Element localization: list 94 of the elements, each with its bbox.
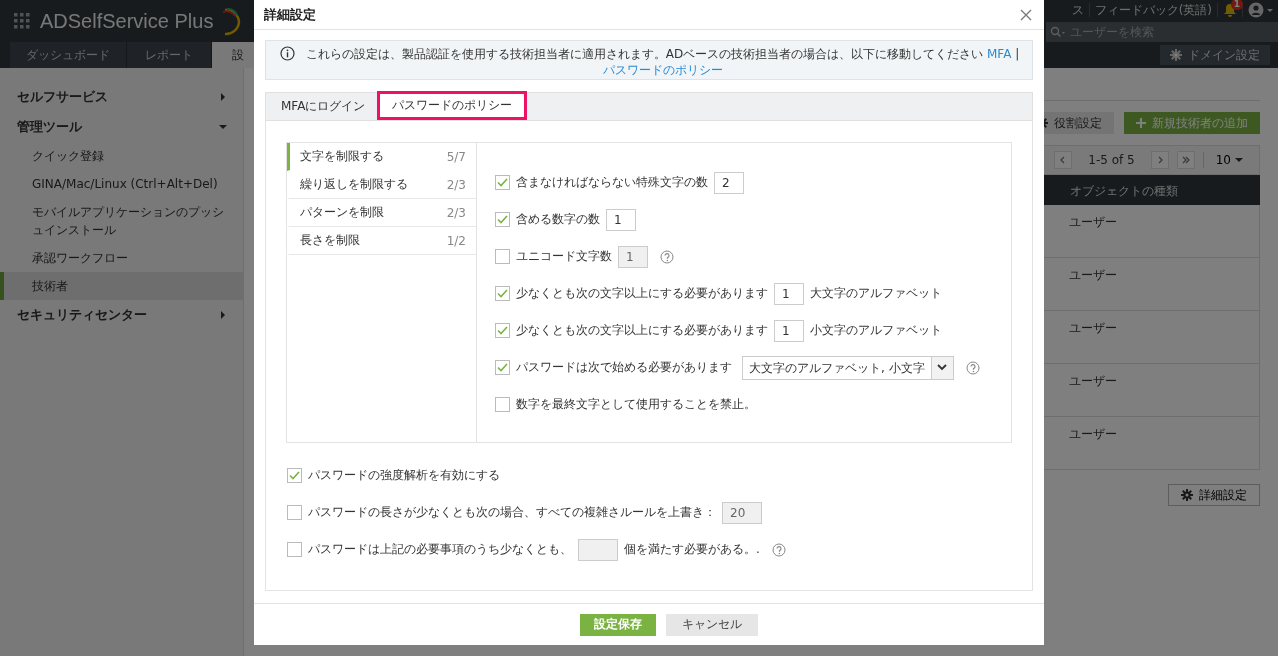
header-link[interactable]: フィードバック(英語) xyxy=(1094,1,1212,19)
user-avatar-icon[interactable] xyxy=(1248,2,1274,18)
search-icon[interactable] xyxy=(1050,26,1066,38)
option-label: パスワードは上記の必要事項のうち少なくとも、 xyxy=(308,541,572,559)
checkbox[interactable] xyxy=(287,468,302,484)
checkmark-icon xyxy=(497,363,508,373)
table-cell-text: ユーザー xyxy=(1068,426,1118,443)
checkbox[interactable] xyxy=(495,175,510,191)
settings-icon xyxy=(1181,489,1193,501)
info-message: これらの設定は、製品認証を使用する技術担当者に適用されます。ADベースの技術担当者の場合は、以下に移動してください MFA | パスワードのポリシー xyxy=(304,46,1021,78)
info-icon xyxy=(280,46,295,62)
logo-swoosh-icon xyxy=(223,6,242,36)
option-suffix: 個を満たす必要がある。. xyxy=(624,541,760,559)
checkmark-icon xyxy=(497,326,508,336)
chevron-down-icon xyxy=(937,364,948,372)
sidebar-section[interactable]: セルフサービス xyxy=(0,82,243,112)
number-field[interactable]: 1 xyxy=(606,208,636,231)
column-header[interactable]: オブジェクトの種類 xyxy=(1055,175,1260,205)
category-label: 長さを制限 xyxy=(300,232,360,250)
option-label: 含める数字の数 xyxy=(516,211,600,229)
close-icon xyxy=(1020,8,1032,21)
nav-tab[interactable]: ダッシュボード xyxy=(10,42,127,68)
section-label: 管理ツール xyxy=(17,118,82,136)
checkmark-icon xyxy=(497,289,508,299)
category-label: 繰り返しを制限する xyxy=(300,176,408,194)
mfa-link[interactable]: MFA xyxy=(987,47,1012,62)
category-count: 2/3 xyxy=(446,177,466,192)
domain-settings-button[interactable]: ドメイン設定 xyxy=(1160,45,1270,65)
sidebar-item[interactable]: 技術者 xyxy=(0,272,243,300)
select-dropdown[interactable]: 大文字のアルファベット, 小文字 xyxy=(742,355,954,380)
option-label: パスワードの強度解析を有効にする xyxy=(308,467,500,485)
sidebar-item[interactable]: モバイルアプリケーションのプッシュインストール xyxy=(0,198,243,244)
double-chevron-right-button[interactable] xyxy=(1176,151,1195,169)
page-range: 1-5 of 5 xyxy=(1087,153,1136,167)
sidebar-item[interactable]: GINA/Mac/Linux (Ctrl+Alt+Del) xyxy=(0,170,243,198)
advanced-settings-button[interactable]: 詳細設定 xyxy=(1168,484,1260,506)
table-cell-text: ユーザー xyxy=(1068,267,1118,284)
cancel-button[interactable]: キャンセル xyxy=(666,613,758,636)
close-button[interactable] xyxy=(1020,8,1032,21)
app-logo: ADSelfService Plus xyxy=(40,9,214,33)
add-technician-button[interactable]: 新規技術者の追加 xyxy=(1124,112,1260,134)
checkbox[interactable] xyxy=(495,397,510,413)
category-count: 2/3 xyxy=(446,205,466,220)
number-field[interactable]: 2 xyxy=(714,171,744,194)
checkbox[interactable] xyxy=(495,323,510,339)
tab[interactable]: パスワードのポリシー xyxy=(377,91,528,121)
option-label: 数字を最終文字として使用することを禁止。 xyxy=(516,396,756,414)
category-item[interactable]: 長さを制限 1/2 xyxy=(287,227,476,256)
option-label: パスワードは次で始める必要があります xyxy=(516,359,732,377)
option-label: 含まなければならない特殊文字の数 xyxy=(516,174,708,192)
sidebar-item[interactable]: 承認ワークフロー xyxy=(0,244,243,272)
category-item[interactable]: パターンを制限 2/3 xyxy=(287,199,476,228)
checkbox[interactable] xyxy=(495,286,510,302)
apps-grid-icon[interactable] xyxy=(14,13,30,29)
checkmark-icon xyxy=(497,178,508,188)
page-size-dropdown[interactable]: 10 xyxy=(1202,152,1249,168)
category-label: 文字を制限する xyxy=(300,148,384,166)
sidebar-item[interactable]: クイック登録 xyxy=(0,142,243,170)
plus-icon xyxy=(1136,118,1146,128)
password-policy-link[interactable]: パスワードのポリシー xyxy=(602,63,723,78)
number-field[interactable]: 1 xyxy=(774,319,804,342)
category-item[interactable]: 繰り返しを制限する 2/3 xyxy=(287,171,476,200)
settings-icon xyxy=(1170,49,1182,61)
option-label: 少なくとも次の文字以上にする必要があります xyxy=(516,285,768,303)
option-suffix: 小文字のアルファベット xyxy=(810,322,942,340)
tab[interactable]: MFAにログイン xyxy=(269,92,378,121)
category-item[interactable]: 文字を制限する 5/7 xyxy=(287,143,476,172)
option-label: 少なくとも次の文字以上にする必要があります xyxy=(516,322,768,340)
option-label: ユニコード文字数 xyxy=(516,248,612,266)
notification-badge: 1 xyxy=(1230,0,1243,10)
table-cell-text: ユーザー xyxy=(1068,373,1118,390)
table-cell-text: ユーザー xyxy=(1068,214,1118,231)
category-count: 5/7 xyxy=(446,149,466,164)
checkmark-icon xyxy=(497,215,508,225)
sidebar-section[interactable]: 管理ツール xyxy=(0,112,243,142)
double-chevron-right-icon[interactable] xyxy=(1181,156,1190,164)
header-link[interactable]: ス xyxy=(1071,1,1084,19)
checkmark-icon xyxy=(289,471,300,481)
chevron-left-button[interactable] xyxy=(1054,151,1073,169)
table-cell-text: ユーザー xyxy=(1068,320,1118,337)
chevron-right-button[interactable] xyxy=(1150,151,1169,169)
category-label: パターンを制限 xyxy=(300,204,384,222)
sidebar-section[interactable]: セキュリティセンター xyxy=(0,300,243,330)
save-button[interactable]: 設定保存 xyxy=(580,613,656,636)
checkbox[interactable] xyxy=(495,360,510,376)
caret-down-icon xyxy=(1235,156,1243,164)
checkbox[interactable] xyxy=(495,212,510,228)
dialog-title: 詳細設定 xyxy=(264,5,316,24)
number-field[interactable]: 1 xyxy=(774,282,804,305)
section-label: セルフサービス xyxy=(17,88,108,106)
option-suffix: 大文字のアルファベット xyxy=(810,285,942,303)
option-label: パスワードの長さが少なくとも次の場合、すべての複雑さルールを上書き： xyxy=(308,504,716,522)
section-label: セキュリティセンター xyxy=(17,306,147,324)
category-count: 1/2 xyxy=(446,233,466,248)
